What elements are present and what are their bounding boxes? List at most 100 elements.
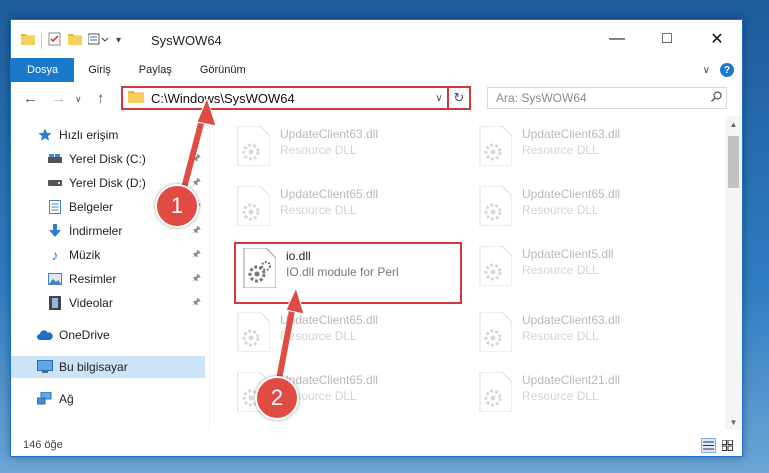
navigation-bar: ← → ∨ ↑ C:\Windows\SysWOW64 ∨ ↻ — [11, 84, 742, 114]
dll-gear-icon — [236, 311, 272, 353]
pin-icon[interactable]: 🖈 — [192, 295, 201, 312]
address-bar[interactable]: C:\Windows\SysWOW64 ∨ ↻ — [121, 86, 471, 110]
close-button[interactable]: ✕ — [692, 20, 742, 58]
dll-gear-icon — [478, 185, 514, 227]
sidebar-item-network[interactable]: Ağ — [11, 388, 205, 410]
dll-gear-icon — [478, 125, 514, 167]
pin-icon[interactable]: 🖈 — [192, 247, 201, 264]
scroll-up-icon[interactable]: ▲ — [725, 116, 742, 132]
file-name: UpdateClient65.dll — [280, 187, 379, 201]
sidebar-item-label: Bu bilgisayar — [59, 360, 128, 374]
file-item[interactable]: UpdateClient5.dll Resource DLL — [478, 245, 698, 292]
network-icon — [37, 391, 53, 407]
large-icons-view-icon[interactable] — [720, 438, 734, 452]
computer-icon — [37, 359, 53, 375]
sidebar-item-label: Hızlı erişim — [59, 128, 119, 142]
file-item[interactable]: UpdateClient65.dll Resource DLL — [478, 185, 698, 232]
chevron-down-icon[interactable]: ∨ — [431, 93, 447, 104]
quick-access-toolbar: ▾ — [21, 32, 121, 49]
star-icon — [37, 127, 53, 143]
picture-icon — [47, 271, 63, 287]
file-item[interactable]: UpdateClient21.dll Resource DLL — [478, 371, 698, 418]
dll-gear-icon — [242, 247, 278, 289]
sidebar-item-label: İndirmeler — [69, 224, 123, 238]
file-name: UpdateClient21.dll — [522, 373, 621, 387]
new-folder-icon[interactable] — [68, 33, 82, 48]
download-icon — [47, 223, 63, 239]
document-icon — [47, 199, 63, 215]
sidebar-item-label: Videolar — [69, 296, 113, 310]
address-path[interactable]: C:\Windows\SysWOW64 — [151, 91, 431, 106]
sidebar-item-pictures[interactable]: Resimler 🖈 — [11, 268, 205, 290]
pin-icon[interactable]: 🖈 — [192, 151, 201, 168]
minimize-button[interactable]: — — [592, 20, 642, 58]
title-bar: ▾ SysWOW64 — □ ✕ — [11, 20, 742, 58]
customize-toolbar-icon[interactable] — [87, 33, 110, 48]
maximize-button[interactable]: □ — [642, 20, 692, 58]
status-bar: 146 öğe — [11, 434, 742, 456]
sidebar-item-quick-access[interactable]: Hızlı erişim — [11, 124, 205, 146]
toolbar-separator — [41, 32, 42, 49]
drive-icon — [47, 175, 63, 191]
pin-icon[interactable]: 🖈 — [192, 175, 201, 192]
file-description: Resource DLL — [522, 389, 599, 403]
file-item-io-dll[interactable]: io.dll IO.dll module for Perl — [234, 242, 462, 304]
view-switcher — [701, 438, 734, 453]
sidebar-item-this-pc[interactable]: Bu bilgisayar — [11, 356, 205, 378]
vertical-scrollbar[interactable]: ▲ ▼ — [725, 116, 742, 430]
sidebar-item-label: Resimler — [69, 272, 117, 286]
file-item[interactable]: UpdateClient65.dll Resource DLL — [236, 185, 456, 232]
tab-paylas[interactable]: Paylaş — [125, 58, 186, 82]
scroll-down-icon[interactable]: ▼ — [725, 414, 742, 430]
sidebar-item-label: Yerel Disk (C:) — [69, 152, 146, 166]
details-view-icon[interactable] — [701, 438, 716, 453]
tab-dosya[interactable]: Dosya — [11, 58, 75, 82]
search-input[interactable] — [494, 90, 706, 106]
file-item[interactable]: UpdateClient63.dll Resource DLL — [478, 125, 698, 172]
folder-icon — [128, 90, 144, 106]
item-count: 146 öğe — [23, 439, 63, 451]
pin-icon[interactable]: 🖈 — [192, 271, 201, 288]
dll-gear-icon — [478, 311, 514, 353]
expand-ribbon-icon[interactable]: ∨ — [703, 65, 710, 76]
cloud-icon — [37, 327, 53, 343]
pane-divider[interactable] — [209, 116, 210, 430]
refresh-icon[interactable]: ↻ — [447, 88, 469, 108]
sidebar-item-music[interactable]: ♪ Müzik 🖈 — [11, 244, 205, 266]
step-1-callout: 1 — [155, 184, 199, 228]
tab-giris[interactable]: Giriş — [74, 58, 125, 82]
file-item[interactable]: UpdateClient63.dll Resource DLL — [236, 125, 456, 172]
scroll-thumb[interactable] — [728, 136, 739, 188]
step-2-callout: 2 — [255, 376, 299, 420]
dll-gear-icon — [236, 125, 272, 167]
ribbon-controls: ∨ ? — [703, 63, 734, 77]
up-arrow-icon[interactable]: ↑ — [97, 90, 105, 107]
file-item[interactable]: UpdateClient63.dll Resource DLL — [478, 311, 698, 358]
navigation-pane: Hızlı erişim Yerel Disk (C:) 🖈 Yerel Dis… — [11, 120, 205, 430]
recent-chevron-icon[interactable]: ∨ — [75, 94, 82, 105]
file-description: Resource DLL — [522, 143, 599, 157]
folder-icon — [21, 33, 35, 48]
back-arrow-icon[interactable]: ← — [23, 90, 38, 107]
file-name: UpdateClient65.dll — [522, 187, 621, 201]
help-icon[interactable]: ? — [720, 63, 734, 77]
search-box[interactable] — [487, 87, 727, 109]
sidebar-item-label: OneDrive — [59, 328, 110, 342]
sidebar-item-disk-c[interactable]: Yerel Disk (C:) 🖈 — [11, 148, 205, 170]
chevron-down-icon[interactable]: ▾ — [116, 35, 121, 46]
file-description: Resource DLL — [522, 203, 599, 217]
window-title: SysWOW64 — [151, 33, 222, 48]
file-item[interactable]: UpdateClient65.dll Resource DLL — [236, 311, 456, 358]
forward-arrow-icon[interactable]: → — [51, 90, 66, 107]
file-description: Resource DLL — [522, 263, 599, 277]
properties-icon[interactable] — [48, 32, 62, 49]
file-name: UpdateClient63.dll — [280, 127, 379, 141]
tab-gorunum[interactable]: Görünüm — [186, 58, 260, 82]
pin-icon[interactable]: 🖈 — [192, 223, 201, 240]
file-description: Resource DLL — [522, 329, 599, 343]
sidebar-item-videos[interactable]: Videolar 🖈 — [11, 292, 205, 314]
search-icon[interactable] — [706, 91, 726, 105]
file-name: UpdateClient65.dll — [280, 313, 379, 327]
file-name: UpdateClient5.dll — [522, 247, 614, 261]
sidebar-item-onedrive[interactable]: OneDrive — [11, 324, 205, 346]
